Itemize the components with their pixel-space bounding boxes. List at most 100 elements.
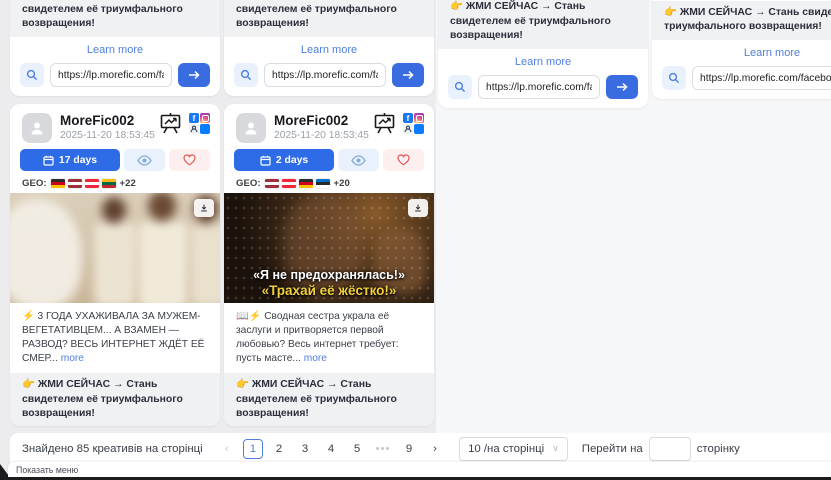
show-menu-bar[interactable]: Показать меню — [8, 462, 831, 477]
creative-date: 2025-11-20 18:53:45 — [60, 130, 159, 141]
cta-box: 👉 ЖМИ СЕЙЧАС → Стань свидетелем её триум… — [224, 0, 434, 37]
creative-card-1: MoreFic002 2025-11-20 18:53:45 f 17 days… — [10, 104, 220, 426]
flag-ee-icon — [316, 179, 330, 188]
goto-page-input[interactable] — [649, 437, 691, 461]
learn-more-link[interactable]: Learn more — [224, 44, 434, 56]
avatar — [22, 113, 52, 143]
messenger-icon — [200, 124, 210, 134]
goto-label: Перейти на — [582, 443, 643, 455]
search-icon[interactable] — [234, 63, 258, 87]
favorite-button[interactable] — [383, 149, 424, 171]
flag-lt-icon — [102, 179, 116, 188]
search-icon[interactable] — [20, 63, 44, 87]
decorative-shape — [10, 199, 82, 303]
creative-image[interactable] — [10, 193, 220, 303]
page-button-2[interactable]: 2 — [269, 439, 289, 459]
card-header: MoreFic002 2025-11-20 18:53:45 f — [224, 104, 434, 146]
flag-at-icon — [85, 179, 99, 188]
page-button-4[interactable]: 4 — [321, 439, 341, 459]
landing-url-input[interactable] — [692, 66, 831, 90]
url-row — [438, 75, 648, 99]
facebook-icon: f — [189, 113, 199, 123]
page-button-9[interactable]: 9 — [399, 439, 419, 459]
landing-url-input[interactable] — [264, 63, 386, 87]
decorative-shape — [138, 221, 188, 303]
days-active-button[interactable]: 17 days — [20, 149, 120, 171]
creative-image[interactable]: «Я не предохранялась!» «Трахай её жёстко… — [224, 193, 434, 303]
geo-row: GEO: +22 — [10, 173, 220, 193]
instagram-icon — [414, 113, 424, 123]
url-row — [10, 63, 220, 87]
creative-card-partial-1: ИНТЕРНЕТ ЖДЁТ ЕЁ СМЕР... more 👉 ЖМИ СЕЙЧ… — [10, 0, 220, 96]
landing-url-input[interactable] — [478, 75, 600, 99]
decorative-shape — [148, 193, 176, 221]
learn-more-link[interactable]: Learn more — [10, 44, 220, 56]
board-chart-icon — [373, 113, 396, 135]
favorite-button[interactable] — [169, 149, 210, 171]
geo-flags — [51, 179, 116, 188]
results-count: Знайдено 85 креативів на сторінці — [22, 443, 203, 455]
ad-text: 📖⚡ Сводная сестра украла её заслуги и пр… — [224, 303, 434, 372]
page-name: MoreFic002 — [274, 113, 373, 128]
pages-ellipsis[interactable]: ••• — [373, 439, 393, 459]
creative-card-partial-4: ИНТЕРНЕТ ЖДЁТ ЕЁ СМЕР... more 👉 ЖМИ СЕЙЧ… — [652, 0, 831, 99]
decorative-shape — [102, 197, 126, 223]
url-row — [652, 66, 831, 90]
page-size-select[interactable]: 10 /на сторінці ∨ — [459, 437, 568, 461]
cta-box: 👉 ЖМИ СЕЙЧАС → Стань свидетелем её триум… — [438, 0, 648, 49]
creative-card-partial-2: ИНТЕРНЕТ ЖДЁТ ЕЁ СМЕР... more 👉 ЖМИ СЕЙЧ… — [224, 0, 434, 96]
ad-text: ⚡ 3 ГОДА УХАЖИВАЛА ЗА МУЖЕМ-ВЕГЕТАТИВЦЕМ… — [10, 303, 220, 372]
page-button-1[interactable]: 1 — [243, 439, 263, 459]
cta-box: 👉 ЖМИ СЕЙЧАС → Стань свидетелем её триум… — [10, 0, 220, 37]
days-active-button[interactable]: 2 days — [234, 149, 334, 171]
goto-suffix: сторінку — [697, 443, 740, 455]
decorative-shape — [190, 223, 220, 303]
views-button[interactable] — [338, 149, 379, 171]
geo-label: GEO: — [22, 178, 47, 189]
creative-card-partial-3: ИНТЕРНЕТ ЖДЁТ ЕЁ СМЕР... more 👉 ЖМИ СЕЙЧ… — [438, 0, 648, 108]
cta-box: 👉 ЖМИ СЕЙЧАС → Стань свидетелем её триум… — [652, 1, 831, 40]
avatar — [236, 113, 266, 143]
pagination-bar: Знайдено 85 креативів на сторінці ‹ 1 2 … — [10, 433, 831, 464]
card-actions: 17 days — [10, 146, 220, 173]
more-link[interactable]: more — [61, 353, 84, 364]
card-header: MoreFic002 2025-11-20 18:53:45 f — [10, 104, 220, 146]
search-icon[interactable] — [662, 66, 686, 90]
learn-more-link[interactable]: Learn more — [438, 56, 648, 68]
open-url-button[interactable] — [606, 75, 638, 99]
page-button-5[interactable]: 5 — [347, 439, 367, 459]
search-icon[interactable] — [448, 75, 472, 99]
creative-date: 2025-11-20 18:53:45 — [274, 130, 373, 141]
audience-network-icon — [403, 124, 413, 134]
flag-de-icon — [51, 179, 65, 188]
learn-more-link[interactable]: Learn more — [652, 47, 831, 59]
decorative-shape — [94, 221, 136, 303]
platforms-icons: f — [403, 113, 424, 134]
flag-lv-icon — [265, 179, 279, 188]
cta-box: 👉 ЖМИ СЕЙЧАС → Стань свидетелем её триум… — [224, 373, 434, 426]
url-row — [224, 63, 434, 87]
more-link[interactable]: more — [304, 353, 327, 364]
views-button[interactable] — [124, 149, 165, 171]
flag-lv-icon — [68, 179, 82, 188]
ads-grid-page: ИНТЕРНЕТ ЖДЁТ ЕЁ СМЕР... more 👉 ЖМИ СЕЙЧ… — [0, 0, 831, 480]
messenger-icon — [414, 124, 424, 134]
platforms-icons: f — [189, 113, 210, 134]
download-image-button[interactable] — [194, 199, 214, 217]
open-url-button[interactable] — [392, 63, 424, 87]
show-menu-label: Показать меню — [16, 465, 78, 475]
flag-at-icon — [282, 179, 296, 188]
open-url-button[interactable] — [178, 63, 210, 87]
geo-flags — [265, 179, 330, 188]
flag-de-icon — [299, 179, 313, 188]
download-image-button[interactable] — [408, 199, 428, 217]
audience-network-icon — [189, 124, 199, 134]
prev-page-button[interactable]: ‹ — [217, 439, 237, 459]
page-button-3[interactable]: 3 — [295, 439, 315, 459]
geo-more-count: +20 — [334, 178, 350, 189]
geo-more-count: +22 — [120, 178, 136, 189]
landing-url-input[interactable] — [50, 63, 172, 87]
image-caption: «Я не предохранялась!» «Трахай её жёстко… — [224, 268, 434, 298]
next-page-button[interactable]: › — [425, 439, 445, 459]
geo-label: GEO: — [236, 178, 261, 189]
